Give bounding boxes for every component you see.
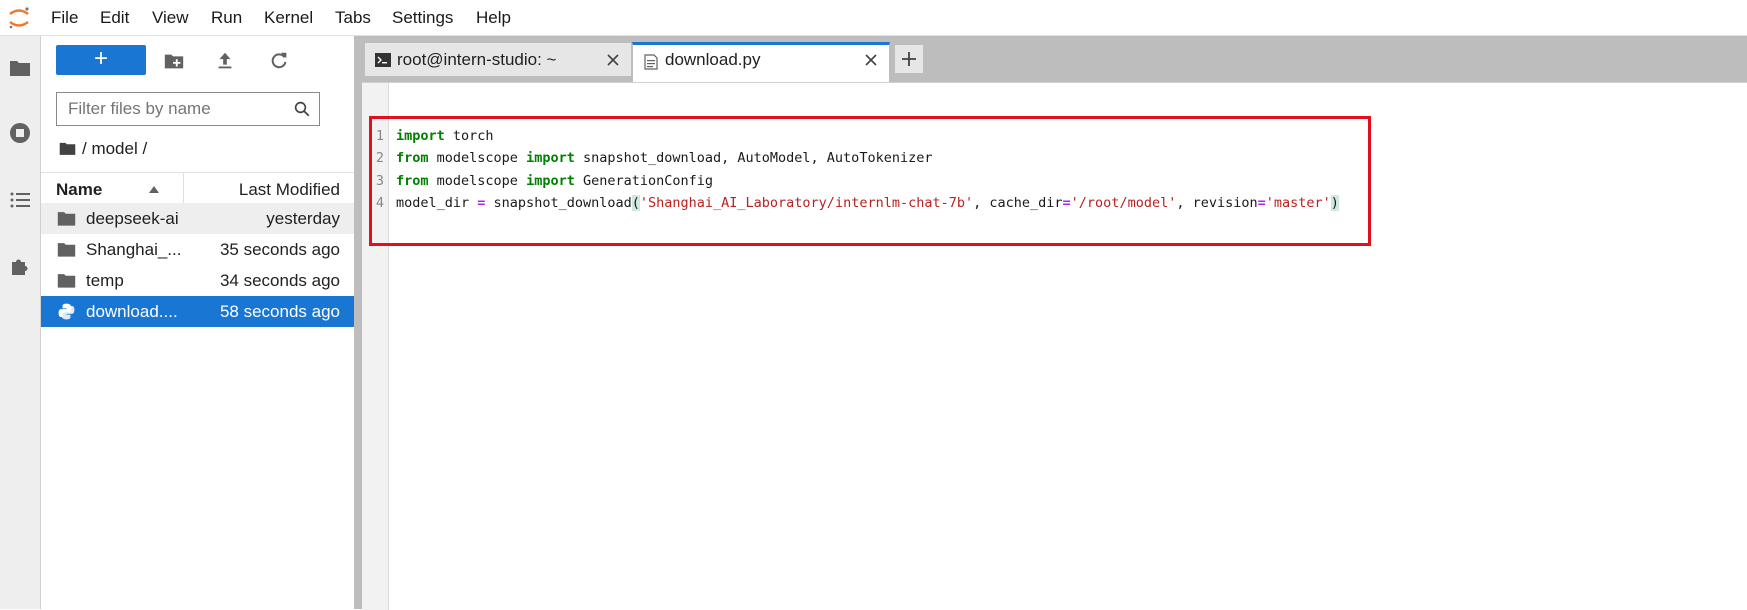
code-line-4[interactable]: model_dir = snapshot_download('Shanghai_… xyxy=(396,195,1339,211)
breadcrumb[interactable]: / model / xyxy=(59,139,147,159)
file-name: temp xyxy=(86,271,124,290)
file-row-selected[interactable]: download.... 58 seconds ago xyxy=(41,296,354,327)
line-number: 2 xyxy=(375,150,384,166)
tab-bar: root@intern-studio: ~ download.py xyxy=(362,36,1747,82)
menu-file[interactable]: File xyxy=(51,8,78,28)
line-number: 1 xyxy=(375,128,384,144)
close-icon[interactable] xyxy=(863,52,879,68)
matched-bracket: ) xyxy=(1330,195,1339,211)
tab-label: download.py xyxy=(665,50,761,69)
file-row[interactable]: Shanghai_... 35 seconds ago xyxy=(41,234,354,265)
main-area: root@intern-studio: ~ download.py 1 2 3 … xyxy=(362,36,1747,610)
code-line-2[interactable]: from modelscope import snapshot_download… xyxy=(396,150,932,166)
breadcrumb-path: / model / xyxy=(82,139,148,158)
menu-settings[interactable]: Settings xyxy=(392,8,453,28)
new-launcher-button[interactable]: + xyxy=(56,45,146,75)
close-icon[interactable] xyxy=(605,52,621,68)
new-folder-icon[interactable] xyxy=(163,50,185,72)
folder-icon xyxy=(57,212,76,226)
menu-view[interactable]: View xyxy=(152,8,189,28)
file-row[interactable]: temp 34 seconds ago xyxy=(41,265,354,296)
menu-kernel[interactable]: Kernel xyxy=(264,8,313,28)
code-text: , revision xyxy=(1176,195,1258,211)
folder-icon xyxy=(59,142,76,155)
column-divider[interactable] xyxy=(183,173,184,203)
keyword: import xyxy=(526,150,575,166)
operator: = xyxy=(1257,195,1266,211)
file-modified: 35 seconds ago xyxy=(219,240,340,259)
file-list-header: Name Last Modified xyxy=(41,172,354,204)
code-text: modelscope xyxy=(428,173,527,189)
python-file-icon xyxy=(58,303,75,320)
filter-files-input[interactable] xyxy=(57,93,298,125)
keyword: from xyxy=(396,150,429,166)
file-modified: yesterday xyxy=(266,209,340,228)
code-text: model_dir xyxy=(396,195,478,211)
folder-icon[interactable] xyxy=(8,56,32,80)
string-literal: 'Shanghai_AI_Laboratory/internlm-chat-7b… xyxy=(639,195,974,211)
keyword: from xyxy=(396,173,429,189)
folder-icon xyxy=(57,243,76,257)
sidebar-resize-handle[interactable] xyxy=(354,36,362,609)
activity-bar xyxy=(0,36,41,609)
file-browser: + / model / Name Last Modified deepseek-… xyxy=(41,36,354,609)
filter-files-field xyxy=(56,92,320,126)
new-tab-button[interactable] xyxy=(894,44,924,74)
line-number: 4 xyxy=(375,195,384,211)
column-name-header[interactable]: Name xyxy=(56,180,102,200)
string-literal: 'master' xyxy=(1265,195,1331,211)
menu-edit[interactable]: Edit xyxy=(100,8,129,28)
line-number-gutter: 1 2 3 4 xyxy=(362,83,389,610)
code-text: modelscope xyxy=(428,150,527,166)
code-text: , cache_dir xyxy=(973,195,1063,211)
jupyter-logo-icon xyxy=(9,7,29,29)
code-editor[interactable]: 1 2 3 4 import torch from modelscope imp… xyxy=(362,82,1747,610)
file-name: deepseek-ai xyxy=(86,209,179,228)
file-modified: 34 seconds ago xyxy=(219,271,340,290)
file-icon xyxy=(644,54,658,70)
code-line-3[interactable]: from modelscope import GenerationConfig xyxy=(396,173,713,189)
tab-terminal[interactable]: root@intern-studio: ~ xyxy=(364,42,632,77)
code-text: snapshot_download xyxy=(485,195,632,211)
file-name: Shanghai_... xyxy=(86,240,182,259)
search-icon[interactable] xyxy=(293,100,311,118)
code-text: torch xyxy=(444,128,494,144)
keyword: import xyxy=(526,173,575,189)
refresh-icon[interactable] xyxy=(268,50,290,72)
menu-run[interactable]: Run xyxy=(211,8,242,28)
extension-puzzle-icon[interactable] xyxy=(8,254,32,278)
code-text: snapshot_download, AutoModel, AutoTokeni… xyxy=(574,150,933,166)
sort-ascending-icon xyxy=(149,186,159,193)
folder-icon xyxy=(57,274,76,288)
code-text: GenerationConfig xyxy=(574,173,714,189)
tab-label: root@intern-studio: ~ xyxy=(397,50,557,69)
upload-icon[interactable] xyxy=(214,50,236,72)
plus-icon xyxy=(902,52,916,66)
matched-bracket: ( xyxy=(631,195,640,211)
file-modified: 58 seconds ago xyxy=(219,302,340,321)
keyword: import xyxy=(396,128,445,144)
code-line-1[interactable]: import torch xyxy=(396,128,494,144)
menu-help[interactable]: Help xyxy=(476,8,511,28)
file-name: download.... xyxy=(86,302,178,321)
file-row[interactable]: deepseek-ai yesterday xyxy=(41,203,354,234)
running-sessions-icon[interactable] xyxy=(8,121,32,145)
operator: = xyxy=(1062,195,1071,211)
menu-tabs[interactable]: Tabs xyxy=(335,8,371,28)
column-modified-header[interactable]: Last Modified xyxy=(239,180,340,200)
tab-download-py[interactable]: download.py xyxy=(632,42,890,82)
terminal-icon xyxy=(375,53,391,67)
menu-bar: File Edit View Run Kernel Tabs Settings … xyxy=(0,0,1747,36)
line-number: 3 xyxy=(375,173,384,189)
table-of-contents-icon[interactable] xyxy=(8,188,32,212)
string-literal: '/root/model' xyxy=(1070,195,1177,211)
